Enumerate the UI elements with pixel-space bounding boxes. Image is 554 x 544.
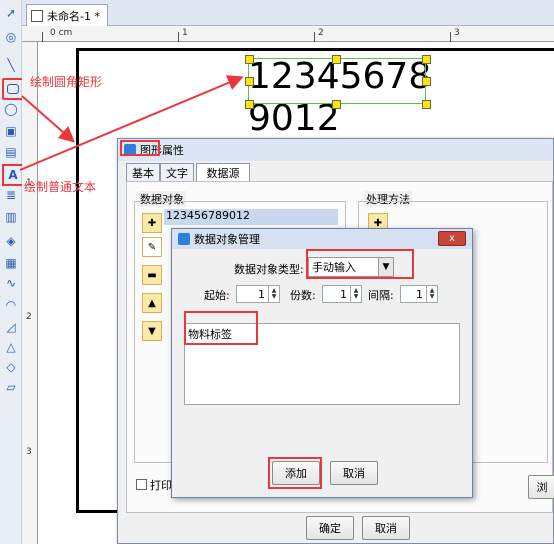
annotation-rounded-rect: 绘制圆角矩形 <box>30 75 103 89</box>
window-icon <box>178 233 190 245</box>
spin-arrows-icon[interactable]: ▲ ▼ <box>426 286 437 302</box>
copies-stepper[interactable]: 1 ▲ ▼ <box>322 285 362 303</box>
move-down-icon[interactable]: ▼ <box>142 321 162 341</box>
dialog-title: 数据对象管理 <box>194 233 260 246</box>
data-object-manager-dialog: 数据对象管理 x 数据对象类型: 手动输入 ▼ 起始: 1 ▲ ▼ 份数: 1 ▲… <box>171 228 473 498</box>
type-label: 数据对象类型: <box>234 263 304 276</box>
data-text-value: 物料标签 <box>188 328 232 341</box>
print-label: 打印 <box>150 479 172 492</box>
tab-text[interactable]: 文字 <box>160 163 194 183</box>
copies-label: 份数: <box>290 289 316 302</box>
cancel-button[interactable]: 取消 <box>330 461 378 485</box>
move-up-icon[interactable]: ▲ <box>142 293 162 313</box>
browse-button[interactable]: 浏 <box>528 475 554 499</box>
close-button[interactable]: x <box>438 231 466 246</box>
delete-data-icon[interactable]: ▬ <box>142 265 162 285</box>
spin-arrows-icon[interactable]: ▲ ▼ <box>350 286 361 302</box>
add-button[interactable]: 添加 <box>272 461 320 485</box>
chevron-down-icon[interactable]: ▼ <box>378 257 394 277</box>
spin-arrows-icon[interactable]: ▲ ▼ <box>268 286 279 302</box>
ok-button[interactable]: 确定 <box>306 516 354 540</box>
annotation-highlight <box>120 140 160 156</box>
start-stepper[interactable]: 1 ▲ ▼ <box>236 285 280 303</box>
tab-basic[interactable]: 基本 <box>126 163 160 183</box>
print-checkbox[interactable] <box>136 479 147 490</box>
tab-data-source[interactable]: 数据源 <box>196 163 250 183</box>
dialog-titlebar: 图形属性 <box>118 139 553 161</box>
interval-label: 间隔: <box>368 289 394 302</box>
edit-data-icon[interactable]: ✎ <box>142 237 162 257</box>
dialog-titlebar: 数据对象管理 <box>172 229 472 249</box>
cancel-button[interactable]: 取消 <box>362 516 410 540</box>
start-label: 起始: <box>204 289 230 302</box>
interval-stepper[interactable]: 1 ▲ ▼ <box>400 285 438 303</box>
data-object-item[interactable]: 123456789012 <box>164 209 338 225</box>
annotation-plain-text: 绘制普通文本 <box>24 180 97 194</box>
add-data-icon[interactable]: ✚ <box>142 213 162 233</box>
